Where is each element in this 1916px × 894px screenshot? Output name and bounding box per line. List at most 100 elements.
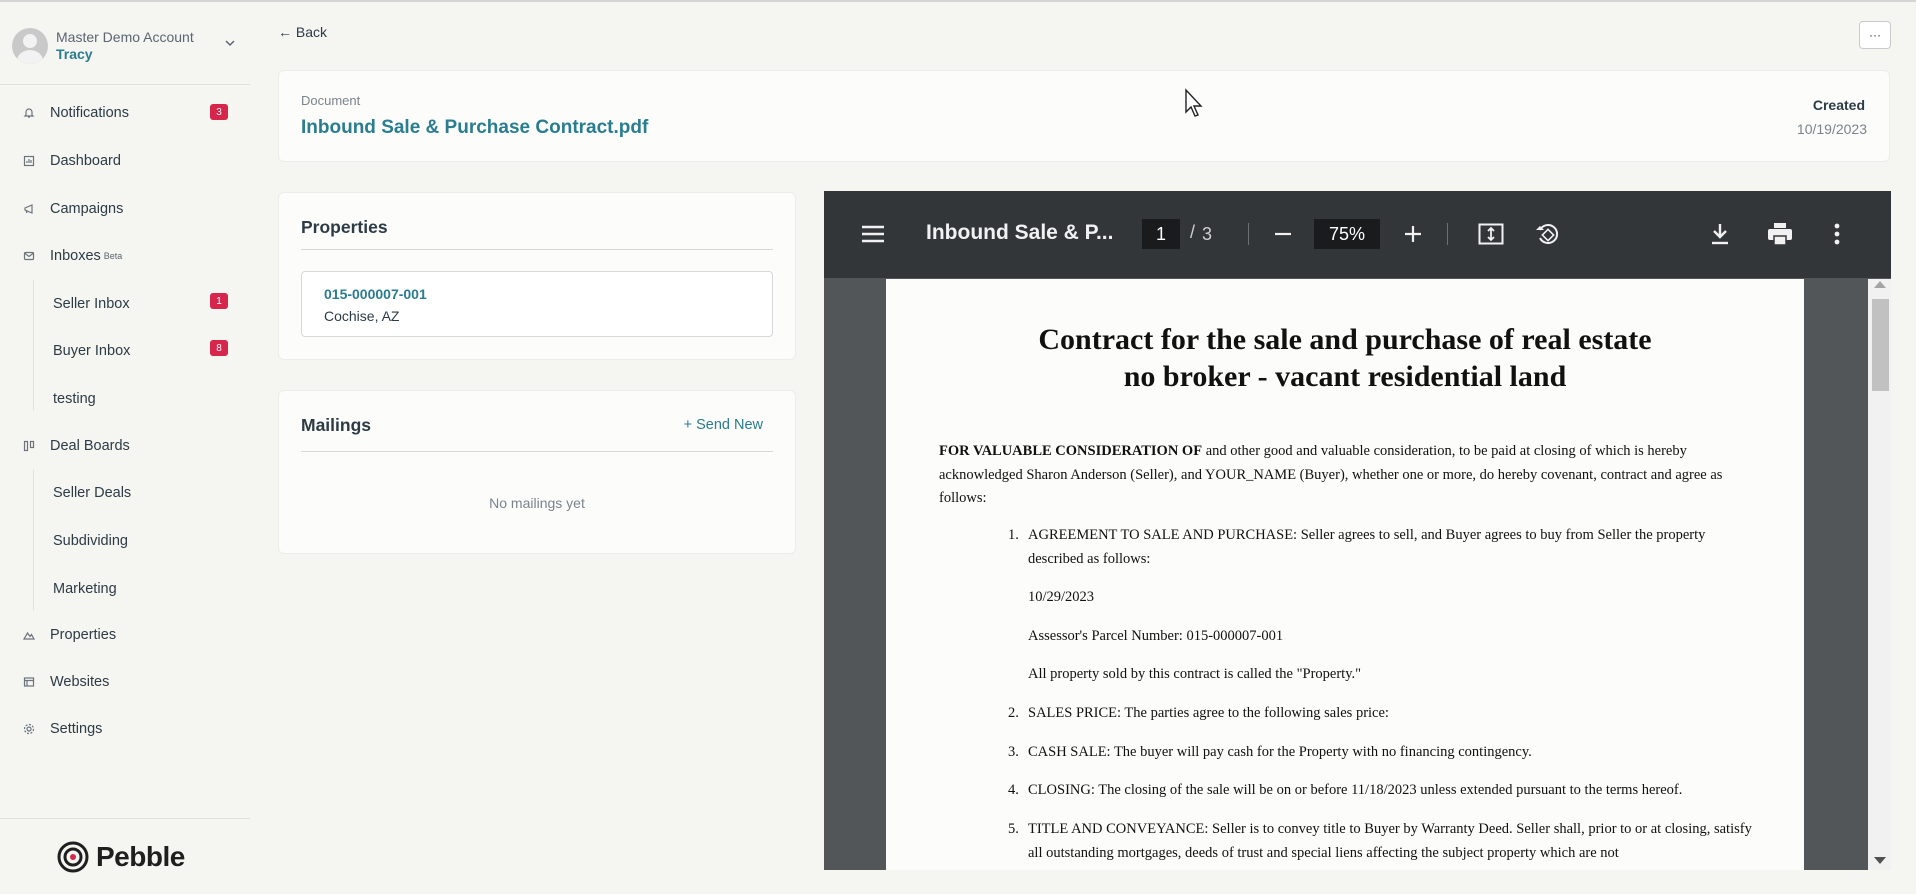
mailings-card: Mailings + Send New No mailings yet [278, 390, 796, 554]
page-number-input[interactable]: 1 [1142, 219, 1180, 249]
sidebar-item-properties[interactable]: Properties [22, 623, 116, 647]
sidebar-divider [0, 818, 250, 819]
beta-tag: Beta [103, 251, 123, 261]
fit-page-icon[interactable] [1478, 222, 1504, 246]
brand[interactable]: Pebble [56, 840, 185, 874]
top-border [0, 0, 1916, 2]
sidebar-item-campaigns[interactable]: Campaigns [22, 197, 123, 221]
contract-heading-line2: no broker - vacant residential land [1123, 360, 1567, 393]
item-number: 2. [1008, 705, 1019, 721]
sidebar-item-seller-deals[interactable]: Seller Deals [53, 481, 131, 505]
page-total: 3 [1202, 224, 1213, 244]
sidebar-item-label: Deal Boards [50, 438, 130, 454]
seller-inbox-badge: 1 [210, 293, 228, 309]
sidebar-item-deal-boards[interactable]: Deal Boards [22, 434, 130, 458]
toolbar-divider [1447, 223, 1448, 245]
sidebar-item-dashboard[interactable]: Dashboard [22, 149, 121, 173]
contract-heading-line1: Contract for the sale and purchase of re… [1038, 323, 1652, 356]
page-separator: / [1190, 222, 1196, 242]
sidebar-item-websites[interactable]: Websites [22, 670, 109, 694]
sidebar-item-buyer-inbox[interactable]: Buyer Inbox [53, 339, 130, 363]
notifications-badge: 3 [210, 104, 228, 120]
contract-item: TITLE AND CONVEYANCE: Seller is to conve… [1028, 821, 1752, 861]
print-icon[interactable] [1766, 221, 1794, 247]
sidebar-divider [0, 84, 250, 85]
gear-icon [22, 722, 36, 736]
arrow-left-icon: ← [278, 24, 292, 40]
menu-icon[interactable] [860, 223, 886, 245]
rotate-icon[interactable] [1534, 221, 1560, 247]
kanban-icon [22, 439, 36, 453]
sidebar-item-label: Campaigns [50, 201, 124, 217]
property-item[interactable]: 015-000007-001 Cochise, AZ [301, 271, 773, 337]
browser-icon [22, 675, 36, 689]
mouse-cursor-icon [1185, 88, 1203, 117]
sidebar-item-label: Subdividing [53, 533, 128, 549]
sidebar-item-marketing[interactable]: Marketing [53, 577, 117, 601]
account-switcher[interactable]: Master Demo Account Tracy [12, 26, 242, 66]
contract-item: AGREEMENT TO SALE AND PURCHASE: Seller a… [1028, 527, 1706, 567]
scroll-up-arrow-icon[interactable] [1874, 281, 1886, 288]
scroll-thumb[interactable] [1872, 299, 1889, 391]
zoom-out-icon[interactable] [1272, 223, 1294, 245]
property-id[interactable]: 015-000007-001 [324, 286, 427, 302]
inbox-icon [22, 249, 36, 263]
document-label: Document [301, 93, 361, 108]
created-label: Created [1812, 97, 1865, 113]
zoom-in-icon[interactable] [1402, 223, 1424, 245]
sidebar-item-seller-inbox[interactable]: Seller Inbox [53, 292, 130, 316]
sidebar-item-label: testing [53, 391, 96, 407]
document-card: Document Inbound Sale & Purchase Contrac… [278, 70, 1890, 162]
zoom-input[interactable]: 75% [1314, 219, 1380, 249]
pebble-logo-icon [57, 841, 89, 873]
sidebar-item-label: Seller Deals [53, 485, 132, 501]
sidebar-item-label: Seller Inbox [53, 296, 130, 312]
buyer-inbox-badge: 8 [210, 340, 228, 356]
avatar [12, 28, 48, 64]
sidebar-item-inboxes[interactable]: Inboxes Beta [22, 244, 122, 268]
card-divider [301, 451, 773, 452]
back-label: Back [295, 24, 328, 40]
sidebar-item-label: Buyer Inbox [53, 343, 131, 359]
mailings-title: Mailings [301, 415, 372, 435]
account-name: Master Demo Account [56, 29, 194, 45]
property-location: Cochise, AZ [324, 308, 400, 324]
contract-item: SALES PRICE: The parties agree to the fo… [1028, 705, 1389, 721]
item-number: 1. [1008, 527, 1019, 543]
dashboard-icon [22, 154, 36, 168]
plus-icon: + [683, 417, 693, 433]
download-icon[interactable] [1708, 221, 1732, 247]
brand-name: Pebble [96, 841, 185, 872]
contract-item: Assessor's Parcel Number: 015-000007-001 [1028, 628, 1284, 644]
document-title[interactable]: Inbound Sale & Purchase Contract.pdf [301, 117, 648, 139]
scroll-down-arrow-icon[interactable] [1874, 857, 1886, 864]
pdf-scrollbar[interactable] [1868, 279, 1891, 870]
contract-item: CASH SALE: The buyer will pay cash for t… [1028, 744, 1532, 760]
contract-item: CLOSING: The closing of the sale will be… [1028, 782, 1683, 798]
more-vertical-icon[interactable] [1830, 221, 1844, 247]
megaphone-icon [22, 202, 36, 216]
contract-item: 10/29/2023 [1028, 589, 1095, 605]
send-new-button[interactable]: + Send New [684, 417, 763, 433]
sidebar-item-label: Notifications [50, 105, 129, 121]
sidebar-item-subdividing[interactable]: Subdividing [53, 529, 128, 553]
sidebar: Master Demo Account Tracy Notifications … [0, 2, 250, 894]
sidebar-item-label: Dashboard [50, 153, 121, 169]
send-new-label: Send New [696, 417, 763, 433]
contract-intro: FOR VALUABLE CONSIDERATION OF and other … [939, 440, 1759, 511]
sidebar-item-notifications[interactable]: Notifications [22, 101, 129, 125]
intro-bold: FOR VALUABLE CONSIDERATION OF [939, 443, 1203, 459]
sidebar-item-settings[interactable]: Settings [22, 717, 102, 741]
item-number: 5. [1008, 821, 1019, 837]
subnav-line [33, 470, 34, 610]
more-options-button[interactable]: ··· [1859, 21, 1891, 49]
back-link[interactable]: ← Back [278, 24, 327, 40]
sidebar-item-label: Properties [50, 627, 117, 643]
toolbar-divider [1248, 223, 1249, 245]
item-number: 3. [1008, 744, 1019, 760]
subnav-line [33, 280, 34, 410]
account-user: Tracy [56, 46, 93, 62]
chevron-down-icon[interactable] [224, 36, 236, 52]
sidebar-item-label: Marketing [53, 581, 117, 597]
sidebar-item-testing[interactable]: testing [53, 387, 96, 411]
